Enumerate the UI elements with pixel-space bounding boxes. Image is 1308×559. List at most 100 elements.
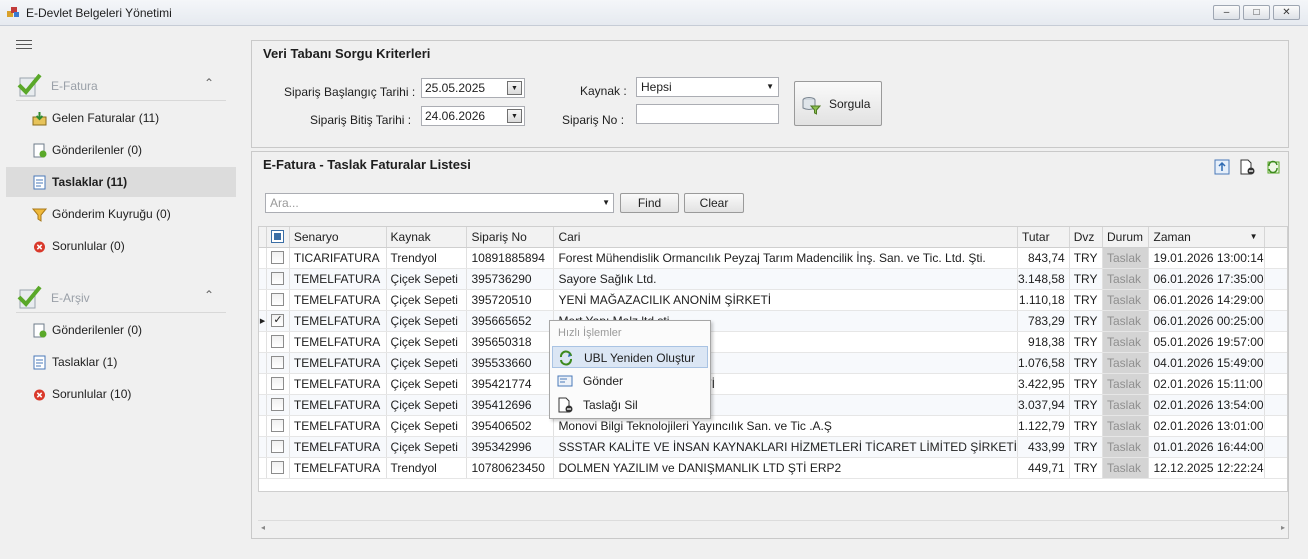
cell-durum: Taslak bbox=[1102, 352, 1150, 374]
sidebar-item-gonderim-kuyrugu[interactable]: Gönderim Kuyruğu (0) bbox=[6, 199, 236, 229]
sort-desc-icon: ▼ bbox=[1249, 232, 1258, 241]
column-header-dvz[interactable]: Dvz bbox=[1069, 227, 1104, 248]
sidebar-item-gelen-faturalar[interactable]: Gelen Faturalar (11) bbox=[6, 103, 236, 133]
menu-item-send[interactable]: Gönder bbox=[552, 370, 708, 392]
checkmark-doc-icon bbox=[17, 285, 42, 309]
sidebar-item-earsiv-gonderilenler[interactable]: Gönderilenler (0) bbox=[6, 315, 236, 345]
table-row[interactable]: TEMELFATURA Çiçek Sepeti 395406502 Monovi B… bbox=[259, 415, 1287, 437]
row-select-cell[interactable] bbox=[266, 415, 290, 437]
source-select[interactable]: Hepsi ▼ bbox=[636, 77, 779, 97]
group-earsiv-header[interactable]: E-Arşiv ⌃ bbox=[6, 278, 236, 314]
dropdown-arrow-icon[interactable]: ▼ bbox=[602, 198, 610, 207]
dropdown-arrow-icon[interactable]: ▼ bbox=[766, 82, 774, 91]
cell-senaryo: TEMELFATURA bbox=[289, 394, 387, 416]
row-checkbox[interactable] bbox=[271, 251, 285, 264]
cell-siparis-no: 395342996 bbox=[466, 436, 555, 458]
row-select-cell[interactable] bbox=[266, 457, 290, 479]
table-row[interactable]: TEMELFATURA Çiçek Sepeti 395736290 Sayore S… bbox=[259, 268, 1287, 290]
close-button[interactable]: ✕ bbox=[1273, 5, 1300, 20]
table-row[interactable]: TEMELFATURA Çiçek Sepeti 395342996 SSSTAR K… bbox=[259, 436, 1287, 458]
row-filler bbox=[1264, 247, 1287, 269]
sidebar-item-gonderilenler[interactable]: Gönderilenler (0) bbox=[6, 135, 236, 165]
column-header-senaryo[interactable]: Senaryo bbox=[289, 227, 387, 248]
chevron-up-icon[interactable]: ⌃ bbox=[204, 288, 214, 302]
row-select-cell[interactable] bbox=[266, 373, 290, 395]
row-checkbox[interactable] bbox=[271, 356, 285, 369]
minimize-button[interactable]: – bbox=[1213, 5, 1240, 20]
chevron-up-icon[interactable]: ⌃ bbox=[204, 76, 214, 90]
table-row[interactable]: TEMELFATURAÇiçek Sepeti395421774NERJİ Sİ… bbox=[259, 373, 1287, 395]
end-date-picker[interactable]: 24.06.2026 ▼ bbox=[421, 106, 525, 126]
table-row[interactable]: TEMELFATURA Çiçek Sepeti 395720510 YENİ MAĞ… bbox=[259, 289, 1287, 311]
column-header-tutar[interactable]: Tutar bbox=[1017, 227, 1070, 248]
start-date-label: Sipariş Başlangıç Tarihi : bbox=[284, 85, 416, 99]
row-checkbox[interactable] bbox=[271, 293, 285, 306]
table-row[interactable]: TEMELFATURAÇiçek Sepeti395533660ANIK SAN… bbox=[259, 352, 1287, 374]
cell-tutar: 783,29 bbox=[1017, 310, 1070, 332]
row-checkbox[interactable]: ✓ bbox=[271, 314, 285, 327]
cell-siparis-no: 395533660 bbox=[466, 352, 555, 374]
row-checkbox[interactable] bbox=[271, 440, 285, 453]
sent-doc-icon bbox=[33, 323, 47, 338]
invoice-grid[interactable]: Senaryo Kaynak Sipariş No Cari Tutar Dvz… bbox=[258, 226, 1288, 492]
menu-item-regenerate-ubl[interactable]: UBL Yeniden Oluştur bbox=[552, 346, 708, 368]
table-row[interactable]: ▶✓TEMELFATURAÇiçek Sepeti395665652Mert Y… bbox=[259, 310, 1287, 332]
sidebar-item-taslaklar[interactable]: Taslaklar (11) bbox=[6, 167, 236, 197]
cell-tutar: 843,74 bbox=[1017, 247, 1070, 269]
select-all-checkbox[interactable] bbox=[271, 230, 285, 244]
clear-button[interactable]: Clear bbox=[684, 193, 744, 213]
group-earsiv-label: E-Arşiv bbox=[51, 291, 90, 305]
column-header-siparis-no[interactable]: Sipariş No bbox=[466, 227, 555, 248]
group-efatura-header[interactable]: E-Fatura ⌃ bbox=[6, 66, 236, 102]
end-date-value: 24.06.2026 bbox=[425, 109, 486, 123]
dropdown-arrow-icon[interactable]: ▼ bbox=[507, 109, 522, 123]
sidebar-item-sorunlular[interactable]: Sorunlular (0) bbox=[6, 231, 236, 261]
row-select-cell[interactable]: ✓ bbox=[266, 310, 290, 332]
row-select-cell[interactable] bbox=[266, 394, 290, 416]
order-no-input[interactable] bbox=[636, 104, 779, 124]
cell-zaman: 01.01.2026 16:44:00 bbox=[1148, 436, 1265, 458]
row-checkbox[interactable] bbox=[271, 272, 285, 285]
sidebar-item-earsiv-sorunlular[interactable]: Sorunlular (10) bbox=[6, 379, 236, 409]
sorgula-button[interactable]: Sorgula bbox=[794, 81, 882, 126]
column-header-zaman[interactable]: Zaman ▼ bbox=[1148, 227, 1265, 248]
row-select-cell[interactable] bbox=[266, 352, 290, 374]
scroll-left-icon[interactable]: ◂ bbox=[261, 523, 265, 532]
menu-item-delete-draft[interactable]: Taslağı Sil bbox=[552, 394, 708, 416]
table-row[interactable]: TEMELFATURAÇiçek Sepeti395412696İ A.Ş.3.… bbox=[259, 394, 1287, 416]
delete-doc-icon[interactable] bbox=[1239, 159, 1255, 175]
maximize-button[interactable]: □ bbox=[1243, 5, 1270, 20]
column-header-durum[interactable]: Durum bbox=[1102, 227, 1150, 248]
sidebar-item-earsiv-taslaklar[interactable]: Taslaklar (1) bbox=[6, 347, 236, 377]
row-checkbox[interactable] bbox=[271, 461, 285, 474]
dropdown-arrow-icon[interactable]: ▼ bbox=[507, 81, 522, 95]
row-filler bbox=[1264, 331, 1287, 353]
scroll-right-icon[interactable]: ▸ bbox=[1281, 523, 1285, 532]
cell-cari: Forest Mühendislik Ormancılık Peyzaj Tar… bbox=[553, 247, 1018, 269]
row-checkbox[interactable] bbox=[271, 398, 285, 411]
column-header-kaynak[interactable]: Kaynak bbox=[386, 227, 468, 248]
find-button[interactable]: Find bbox=[620, 193, 679, 213]
row-checkbox[interactable] bbox=[271, 377, 285, 390]
select-all-header[interactable] bbox=[266, 227, 290, 248]
row-checkbox[interactable] bbox=[271, 419, 285, 432]
row-select-cell[interactable] bbox=[266, 268, 290, 290]
column-header-cari[interactable]: Cari bbox=[553, 227, 1018, 248]
search-input[interactable]: Ara... ▼ bbox=[265, 193, 614, 213]
row-select-cell[interactable] bbox=[266, 331, 290, 353]
start-date-picker[interactable]: 25.05.2025 ▼ bbox=[421, 78, 525, 98]
horizontal-scrollbar[interactable]: ◂ ▸ bbox=[258, 520, 1288, 536]
row-select-cell[interactable] bbox=[266, 247, 290, 269]
refresh-icon[interactable] bbox=[1265, 159, 1281, 175]
table-row[interactable]: TEMELFATURA Trendyol 10780623450 DOLMEN YAZ… bbox=[259, 457, 1287, 479]
cell-durum: Taslak bbox=[1102, 310, 1150, 332]
hamburger-menu-icon[interactable] bbox=[16, 40, 32, 50]
row-select-cell[interactable] bbox=[266, 436, 290, 458]
export-icon[interactable] bbox=[1214, 159, 1230, 175]
row-select-cell[interactable] bbox=[266, 289, 290, 311]
table-row[interactable]: TICARIFATURA Trendyol 10891885894 Forest Mü… bbox=[259, 247, 1287, 269]
table-row[interactable]: TEMELFATURAÇiçek Sepeti395650318Dan. Hiz… bbox=[259, 331, 1287, 353]
sidebar-item-label: Gönderim Kuyruğu (0) bbox=[52, 207, 171, 221]
row-checkbox[interactable] bbox=[271, 335, 285, 348]
row-indicator-header bbox=[259, 227, 268, 248]
